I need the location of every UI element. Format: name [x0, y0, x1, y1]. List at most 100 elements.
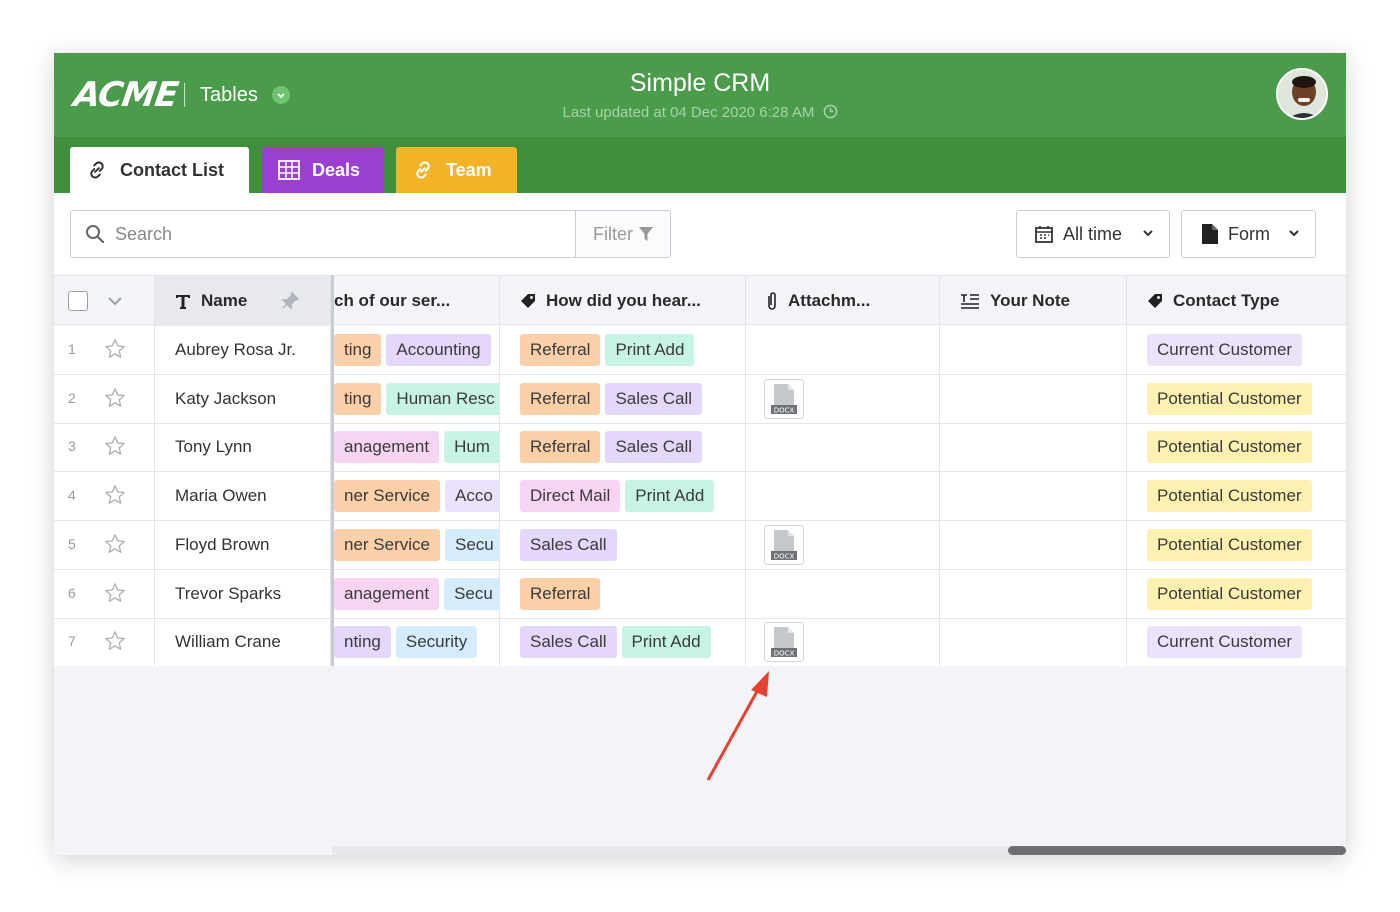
star-icon[interactable]	[104, 338, 126, 365]
text-type-icon	[176, 295, 190, 309]
tab-deals[interactable]: Deals	[262, 147, 384, 193]
note-cell[interactable]	[940, 520, 1127, 569]
attachment-cell[interactable]	[746, 472, 940, 521]
note-cell[interactable]	[940, 423, 1127, 472]
name-cell[interactable]: Tony Lynn	[155, 423, 331, 472]
name-cell[interactable]: Floyd Brown	[155, 520, 331, 569]
tab-bar: Contact List Deals Team	[54, 137, 1346, 193]
contact-type-cell[interactable]: Potential Customer	[1127, 375, 1346, 423]
service-tag: Accounting	[386, 334, 491, 366]
heard-cell[interactable]: Sales Call Print Add	[500, 618, 746, 667]
pin-icon[interactable]	[281, 292, 300, 310]
contact-type-tag: Potential Customer	[1147, 480, 1312, 513]
attachment-cell[interactable]: DOCX	[746, 618, 940, 667]
heard-cell[interactable]: Direct Mail Print Add	[500, 472, 746, 521]
source-tag: Direct Mail	[520, 480, 621, 513]
funnel-icon	[639, 227, 653, 241]
select-all-checkbox[interactable]	[68, 291, 88, 311]
chevron-down-icon[interactable]	[106, 292, 124, 310]
column-label: How did you hear...	[546, 291, 701, 310]
table-row[interactable]: 6 Trevor Sparks anagement Secu Referral P…	[54, 569, 1346, 619]
services-cell[interactable]: ner Service Acco	[334, 472, 500, 521]
contact-name: Tony Lynn	[175, 437, 252, 457]
heard-cell[interactable]: Sales Call	[500, 520, 746, 569]
attachment-cell[interactable]: DOCX	[746, 520, 940, 569]
services-cell[interactable]: nting Security	[334, 618, 500, 667]
contact-type-cell[interactable]: Potential Customer	[1127, 472, 1346, 520]
table-row[interactable]: 2 Katy Jackson ting Human Resc Referral Sa…	[54, 374, 1346, 424]
column-header-contact-type[interactable]: Contact Type	[1127, 276, 1346, 326]
heard-cell[interactable]: Referral Sales Call	[500, 423, 746, 472]
docx-file-icon[interactable]: DOCX	[764, 622, 804, 663]
services-cell[interactable]: ner Service Secu	[334, 520, 500, 569]
services-cell[interactable]: ting Accounting	[334, 326, 500, 374]
link-icon	[416, 161, 430, 179]
heard-cell[interactable]: Referral Print Add	[500, 326, 746, 374]
service-tag: ting	[334, 382, 382, 415]
note-cell[interactable]	[940, 472, 1127, 521]
star-icon[interactable]	[104, 630, 126, 657]
docx-file-icon[interactable]: DOCX	[764, 378, 804, 419]
name-cell[interactable]: Katy Jackson	[155, 374, 331, 423]
name-cell[interactable]: William Crane	[155, 618, 331, 667]
horizontal-scrollbar-thumb[interactable]	[1008, 846, 1346, 855]
contact-type-cell[interactable]: Current Customer	[1127, 326, 1346, 374]
note-cell[interactable]	[940, 569, 1127, 618]
tab-team[interactable]: Team	[396, 147, 517, 193]
tab-contact-list[interactable]: Contact List	[70, 147, 249, 193]
table-row[interactable]: 5 Floyd Brown ner Service Secu Sales Call…	[54, 520, 1346, 570]
service-tag: nting	[334, 626, 391, 659]
time-range-dropdown[interactable]: All time	[1016, 210, 1170, 258]
table-row[interactable]: 1 Aubrey Rosa Jr. ting Accounting Referra…	[54, 326, 1346, 375]
source-tag: Sales Call	[520, 528, 617, 561]
note-cell[interactable]	[940, 618, 1127, 667]
name-cell[interactable]: Trevor Sparks	[155, 569, 331, 618]
note-cell[interactable]	[940, 374, 1127, 423]
services-cell[interactable]: anagement Secu	[334, 569, 500, 618]
star-icon[interactable]	[104, 484, 126, 511]
filter-label: Filter	[593, 223, 633, 244]
star-icon[interactable]	[104, 582, 126, 609]
row-number: 5	[68, 535, 76, 552]
heard-cell[interactable]: Referral	[500, 569, 746, 618]
long-text-icon	[961, 294, 979, 309]
contact-type-cell[interactable]: Potential Customer	[1127, 423, 1346, 471]
star-icon[interactable]	[104, 387, 126, 414]
form-dropdown[interactable]: Form	[1181, 210, 1316, 258]
column-header-services[interactable]: ch of our ser...	[334, 276, 500, 326]
services-cell[interactable]: ting Human Resc	[334, 374, 500, 423]
frozen-column-divider[interactable]	[331, 275, 334, 666]
contact-type-cell[interactable]: Potential Customer	[1127, 570, 1346, 618]
source-tag: Sales Call	[605, 382, 703, 415]
docx-file-icon[interactable]: DOCX	[764, 524, 804, 565]
source-tag: Referral	[520, 431, 601, 464]
table-row[interactable]: 4 Maria Owen ner Service Acco Direct Mail…	[54, 472, 1346, 522]
source-tag: Referral	[520, 577, 601, 610]
note-cell[interactable]	[940, 326, 1127, 374]
attachment-cell[interactable]: DOCX	[746, 374, 940, 423]
tab-label: Deals	[312, 159, 361, 180]
attachment-cell[interactable]	[746, 569, 940, 618]
avatar[interactable]	[1276, 68, 1328, 120]
search-input[interactable]: Search	[70, 210, 576, 258]
heard-cell[interactable]: Referral Sales Call	[500, 374, 746, 423]
table-row[interactable]: 7 William Crane nting Security Sales Call…	[54, 618, 1346, 668]
name-cell[interactable]: Aubrey Rosa Jr.	[155, 326, 331, 374]
attachment-cell[interactable]	[746, 326, 940, 374]
star-icon[interactable]	[104, 533, 126, 560]
column-header-note[interactable]: Your Note	[940, 276, 1127, 326]
contact-type-tag: Current Customer	[1147, 334, 1303, 366]
tab-label: Team	[446, 159, 492, 180]
filter-button[interactable]: Filter	[575, 210, 671, 258]
column-header-name[interactable]: Name	[155, 276, 331, 326]
column-header-attachment[interactable]: Attachm...	[746, 276, 940, 326]
attachment-cell[interactable]	[746, 423, 940, 472]
name-cell[interactable]: Maria Owen	[155, 472, 331, 521]
services-cell[interactable]: anagement Hum	[334, 423, 500, 472]
service-tag: ner Service	[334, 528, 440, 561]
table-row[interactable]: 3 Tony Lynn anagement Hum Referral Sales C…	[54, 423, 1346, 473]
contact-type-cell[interactable]: Potential Customer	[1127, 521, 1346, 569]
column-header-heard[interactable]: How did you hear...	[500, 276, 746, 326]
star-icon[interactable]	[104, 435, 126, 462]
contact-type-cell[interactable]: Current Customer	[1127, 618, 1346, 666]
